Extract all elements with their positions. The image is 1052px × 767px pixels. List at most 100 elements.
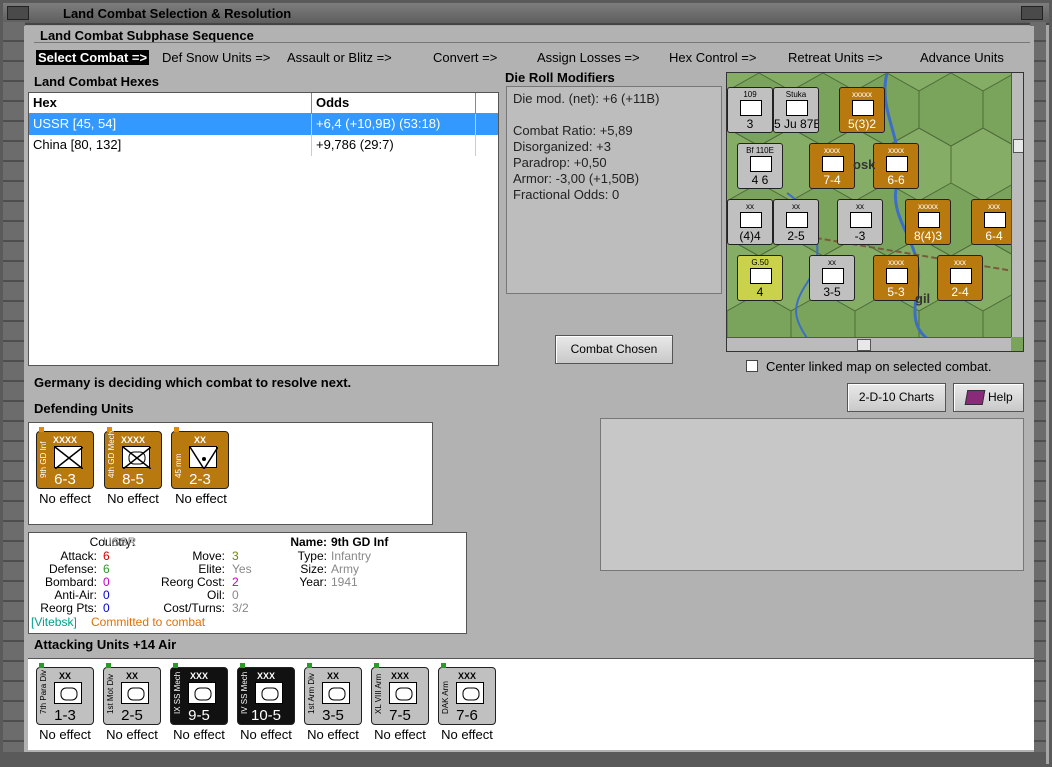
name-value: 9th GD Inf xyxy=(331,535,389,549)
unit-counter[interactable]: XX 7th Para Div 1-3 xyxy=(36,663,94,725)
map-unit-counter[interactable]: xxx 2-4 xyxy=(937,255,983,301)
attack-value: 6 xyxy=(103,549,110,563)
unit-symbol-icon xyxy=(456,682,484,704)
modifier-line: Fractional Odds: 0 xyxy=(513,187,620,202)
map-counter-strength: 2-5 xyxy=(787,229,805,243)
combat-chosen-button[interactable]: Combat Chosen xyxy=(555,335,673,364)
unit-strength: 6-3 xyxy=(54,471,76,488)
subphase-step-retreat: Retreat Units => xyxy=(788,50,883,65)
map-unit-counter[interactable]: Bf 110E 4 6 xyxy=(737,143,783,189)
map-unit-counter[interactable]: xx -3 xyxy=(837,199,883,245)
unit-counter[interactable]: XXX IV SS Mech 10-5 xyxy=(237,663,295,725)
hexes-heading: Land Combat Hexes xyxy=(34,74,159,89)
status-marker xyxy=(173,663,178,668)
linked-map[interactable]: 1093Stuka5 Ju 87B 1 xxxxx5(3)2 Bf 110E4 6 x… xyxy=(726,72,1024,352)
unit-symbol-icon xyxy=(886,156,908,172)
unit-symbol-icon xyxy=(786,212,808,228)
type-label: Type: xyxy=(297,549,327,563)
center-map-option[interactable]: Center linked map on selected combat. xyxy=(746,359,991,374)
unit-effect: No effect xyxy=(39,491,91,506)
status-marker xyxy=(39,427,44,432)
subphase-step-hex-control: Hex Control => xyxy=(669,50,757,65)
unit-strength: 1-3 xyxy=(54,707,76,724)
map-counter-label: xx xyxy=(746,202,754,211)
oil-value: 0 xyxy=(232,588,239,602)
map-unit-counter[interactable]: Stuka 5 Ju 87B 1 xyxy=(773,87,819,133)
help-button-label: Help xyxy=(988,390,1013,404)
unit-symbol-icon xyxy=(918,212,940,228)
attack-label: Attack: xyxy=(60,549,97,563)
column-header-hex[interactable]: Hex xyxy=(29,93,312,113)
table-row[interactable]: USSR [45, 54] +6,4 (+10,9B) (53:18) xyxy=(29,114,498,135)
map-unit-counter[interactable]: xx 3-5 xyxy=(809,255,855,301)
map-counter-strength: 2-4 xyxy=(951,285,969,299)
map-vscroll-thumb[interactable] xyxy=(1013,139,1023,153)
location-value: [Vitebsk] xyxy=(31,615,77,629)
map-counter-strength: 3-5 xyxy=(823,285,841,299)
help-button[interactable]: Help xyxy=(953,383,1024,412)
unit-strength: 3-5 xyxy=(322,707,344,724)
map-counter-strength: 5 Ju 87B 1 xyxy=(774,117,818,131)
map-unit-counter[interactable]: xxxx 6-6 xyxy=(873,143,919,189)
unit-effect: No effect xyxy=(240,727,292,742)
map-unit-counter[interactable]: xxxxx 8(4)3 xyxy=(905,199,951,245)
unit-strength: 7-6 xyxy=(456,707,478,724)
unit-counter[interactable]: XXXX 4th GD Mech 8-5 xyxy=(104,427,162,489)
unit-symbol-icon xyxy=(750,268,772,284)
status-message: Germany is deciding which combat to reso… xyxy=(34,375,352,390)
center-map-checkbox[interactable] xyxy=(746,360,758,372)
mech-infantry-symbol-icon xyxy=(122,446,152,470)
unit-counter[interactable]: XX 1st Arm Div 3-5 xyxy=(304,663,362,725)
subphase-step-select-combat[interactable]: Select Combat => xyxy=(36,50,150,65)
unit-effect: No effect xyxy=(107,491,159,506)
unit-strength: 2-5 xyxy=(121,707,143,724)
system-menu-button[interactable] xyxy=(7,6,29,20)
subphase-step-assault-blitz: Assault or Blitz => xyxy=(287,50,392,65)
map-unit-counter[interactable]: 109 3 xyxy=(727,87,773,133)
country-value: USSR xyxy=(103,535,137,549)
map-counter-strength: -3 xyxy=(854,229,866,243)
defense-value: 6 xyxy=(103,562,110,576)
bombard-value: 0 xyxy=(103,575,110,589)
map-unit-counter[interactable]: xxxx 7-4 xyxy=(809,143,855,189)
reorg-cost-value: 2 xyxy=(232,575,239,589)
title-bar[interactable]: Land Combat Selection & Resolution xyxy=(3,3,1049,25)
map-vscrollbar[interactable] xyxy=(1011,73,1023,337)
table-row[interactable]: China [80, 132] +9,786 (29:7) xyxy=(29,135,498,156)
unit-counter[interactable]: XXX DAK Arm 7-6 xyxy=(438,663,496,725)
unit-symbol-icon xyxy=(740,212,762,228)
map-counter-label: xx xyxy=(828,258,836,267)
map-counter-strength: 4 6 xyxy=(751,173,769,187)
unit-effect: No effect xyxy=(374,727,426,742)
unit-counter[interactable]: XX 1st Mot Div 2-5 xyxy=(103,663,161,725)
map-counter-label: xxx xyxy=(988,202,1000,211)
unit-effect: No effect xyxy=(175,491,227,506)
map-unit-counter[interactable]: xx (4)4 xyxy=(727,199,773,245)
unit-effect: No effect xyxy=(441,727,493,742)
odds-cell: +9,786 (29:7) xyxy=(312,135,476,156)
map-hscroll-thumb[interactable] xyxy=(857,339,871,351)
unit-strength: 2-3 xyxy=(189,471,211,488)
map-unit-counter[interactable]: xxxxx 5(3)2 xyxy=(839,87,885,133)
map-counter-strength: 7-4 xyxy=(823,173,841,187)
hex-cell: USSR [45, 54] xyxy=(29,114,312,135)
subphase-step-convert: Convert => xyxy=(433,50,498,65)
unit-symbol-icon xyxy=(121,682,149,704)
map-counter-strength: 6-4 xyxy=(985,229,1003,243)
column-header-odds[interactable]: Odds xyxy=(312,93,476,113)
reorg-pts-value: 0 xyxy=(103,601,110,615)
map-hscrollbar[interactable] xyxy=(727,337,1011,351)
map-counter-label: xxxxx xyxy=(852,90,872,99)
unit-counter[interactable]: XXXX 9th GD Inf 6-3 xyxy=(36,427,94,489)
map-unit-counter[interactable]: xxxx 5-3 xyxy=(873,255,919,301)
year-label: Year: xyxy=(299,575,327,589)
map-unit-counter[interactable]: xx 2-5 xyxy=(773,199,819,245)
map-unit-counter[interactable]: G.50 4 xyxy=(737,255,783,301)
unit-counter[interactable]: XXX XL VIII Arm 7-5 xyxy=(371,663,429,725)
unit-counter[interactable]: XXX IX SS Mech 9-5 xyxy=(170,663,228,725)
result-panel xyxy=(600,418,1024,571)
charts-button[interactable]: 2-D-10 Charts xyxy=(847,383,946,412)
unit-counter[interactable]: XX 45 mm 2-3 xyxy=(171,427,229,489)
unit-effect: No effect xyxy=(307,727,359,742)
close-button[interactable] xyxy=(1021,6,1043,20)
